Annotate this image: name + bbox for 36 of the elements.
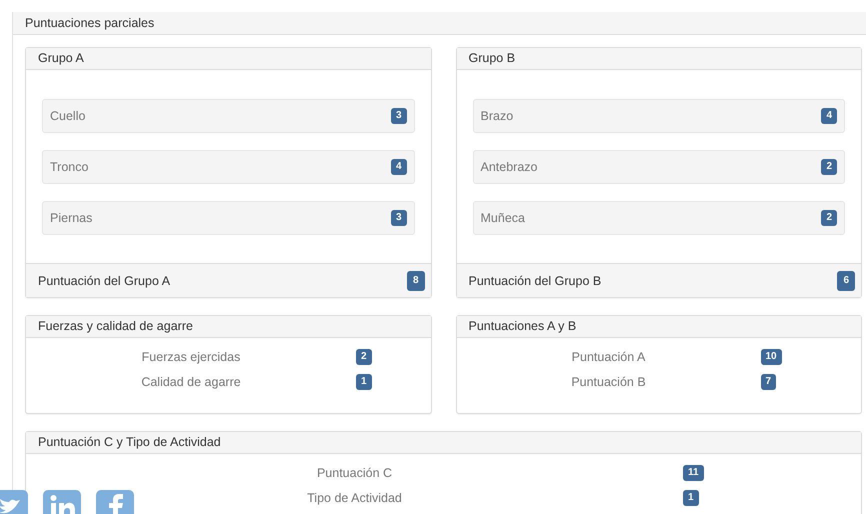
total-label: Puntuación del Grupo B	[468, 274, 602, 288]
score-badge: 8	[406, 270, 424, 290]
panel-title: Grupo A	[38, 51, 84, 65]
row-label: Calidad de agarre	[141, 374, 241, 388]
item-label: Brazo	[480, 109, 514, 123]
row-label: Tipo de Actividad	[307, 490, 402, 504]
panel-title: Puntuaciones A y B	[468, 319, 576, 333]
score-badge: 4	[390, 159, 406, 175]
linkedin-icon[interactable]	[43, 490, 81, 514]
score-badge: 1	[683, 490, 699, 506]
panel-title: Grupo B	[468, 51, 516, 65]
score-badge: 3	[390, 108, 406, 124]
score-badge: 1	[356, 374, 372, 390]
panel-title: Fuerzas y calidad de agarre	[38, 319, 193, 333]
item-label: Antebrazo	[480, 160, 538, 174]
score-badge: 4	[821, 108, 837, 124]
row-label: Puntuación A	[572, 350, 646, 364]
item-label: Muñeca	[480, 211, 525, 225]
item-label: Cuello	[50, 109, 86, 123]
section-title: Puntuaciones parciales	[25, 16, 154, 30]
score-badge: 2	[821, 210, 837, 226]
total-label: Puntuación del Grupo A	[38, 274, 170, 288]
facebook-icon[interactable]	[96, 490, 134, 514]
score-badge: 3	[390, 210, 406, 226]
row-label: Puntuación B	[571, 374, 646, 388]
score-badge: 10	[760, 349, 782, 365]
item-label: Tronco	[50, 160, 88, 174]
panel-title: Puntuación C y Tipo de Actividad	[38, 435, 221, 449]
score-badge: 2	[356, 349, 372, 365]
item-label: Piernas	[50, 211, 92, 225]
row-label: Fuerzas ejercidas	[142, 350, 240, 364]
score-badge: 7	[760, 374, 776, 390]
row-label: Puntuación C	[316, 466, 392, 480]
score-badge: 11	[683, 465, 704, 481]
score-badge: 2	[821, 159, 837, 175]
score-badge: 6	[837, 270, 855, 290]
